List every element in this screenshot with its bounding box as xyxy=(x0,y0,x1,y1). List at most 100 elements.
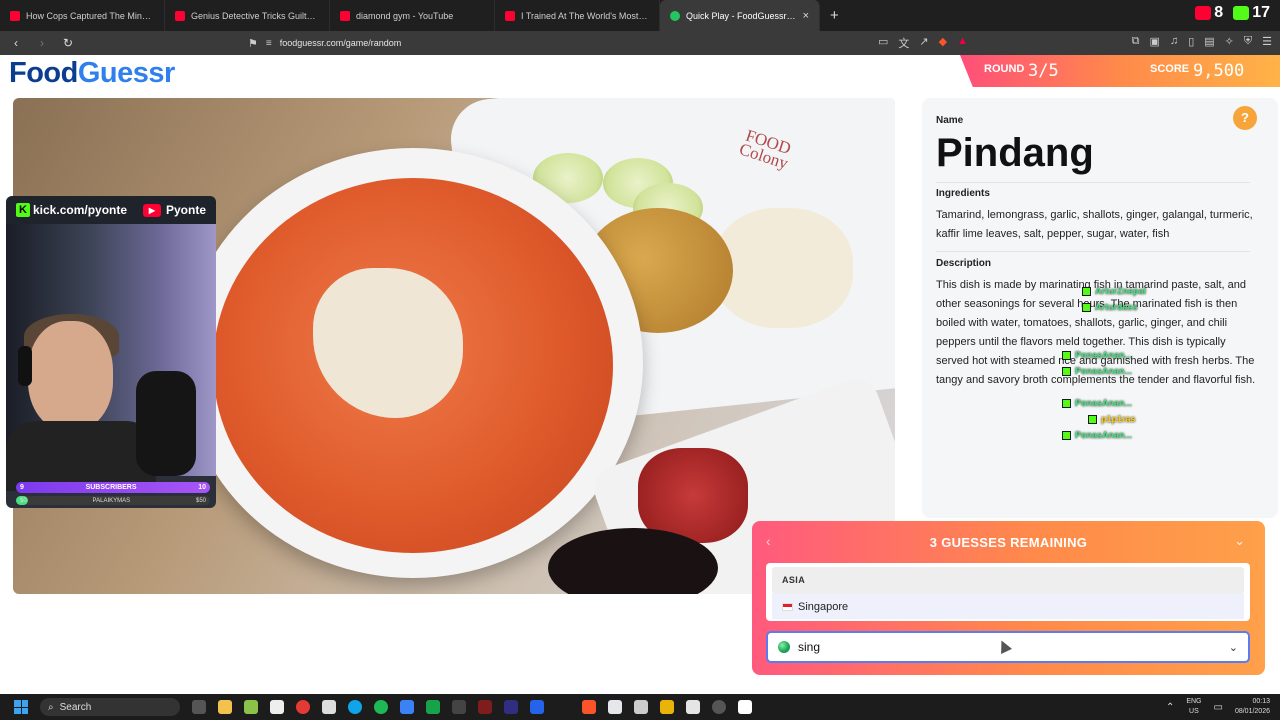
round-label: ROUND xyxy=(984,63,1025,75)
app-icon[interactable] xyxy=(660,700,674,714)
chat-message: p1p1ras xyxy=(1088,411,1272,427)
kick-icon xyxy=(1082,302,1091,312)
forward-icon[interactable]: › xyxy=(32,36,52,50)
cast-icon[interactable]: ▭ xyxy=(878,35,888,51)
clock[interactable]: 00:13 08/01/2026 xyxy=(1235,697,1270,717)
sidebar-icon[interactable]: ▯ xyxy=(1188,35,1194,48)
chrome-icon[interactable] xyxy=(296,700,310,714)
youtube-icon xyxy=(505,10,515,21)
close-tab-icon[interactable]: × xyxy=(803,10,809,22)
app-icon[interactable] xyxy=(608,700,622,714)
kick-badge: 17 xyxy=(1233,4,1270,22)
app-icon[interactable] xyxy=(452,700,466,714)
app-icon[interactable] xyxy=(738,700,752,714)
youtube-icon xyxy=(1195,6,1212,20)
obs-icon[interactable] xyxy=(712,700,726,714)
chat-message: Arturdass xyxy=(1082,299,1272,315)
rice xyxy=(713,208,853,328)
score-label: SCORE xyxy=(1150,63,1190,75)
edge-icon[interactable] xyxy=(348,700,362,714)
screenshot-icon[interactable]: ▣ xyxy=(1150,35,1160,48)
app-icon[interactable] xyxy=(400,700,414,714)
windows-start-icon[interactable] xyxy=(14,700,28,714)
kick-icon xyxy=(1062,350,1071,360)
taskbar-search[interactable]: ⌕ Search xyxy=(40,698,180,716)
game-page: FoodGuessr ROUND 3/5 SCORE 9,500 FOOD Col… xyxy=(0,55,1280,689)
address-actions: ▭ 文 ↗ ◆ ▲ xyxy=(878,35,968,51)
brave-rewards-icon[interactable]: ▲ xyxy=(957,35,968,51)
brave-icon[interactable] xyxy=(582,700,596,714)
help-icon[interactable]: ? xyxy=(1233,106,1257,130)
app-icon[interactable] xyxy=(686,700,700,714)
browser-tab[interactable]: I Trained At The World's Most Dange xyxy=(495,0,660,31)
app-icon[interactable] xyxy=(244,700,258,714)
ingredients-label: Ingredients xyxy=(936,188,990,199)
divider xyxy=(936,251,1250,252)
youtube-icon xyxy=(10,10,20,21)
bookmark-icon[interactable]: ⚑ xyxy=(248,37,258,50)
country-option[interactable]: Singapore xyxy=(772,594,1244,619)
share-icon[interactable]: ↗ xyxy=(919,35,928,51)
chevron-down-icon[interactable]: ⌄ xyxy=(1229,641,1238,654)
youtube-icon: ▶ xyxy=(142,203,161,217)
reload-icon[interactable]: ↻ xyxy=(58,36,78,50)
kick-icon xyxy=(1082,286,1091,296)
country-suggestions: ASIA Singapore xyxy=(766,563,1250,621)
youtube-icon xyxy=(175,10,185,21)
spotify-icon[interactable] xyxy=(374,700,388,714)
round-value: 3/5 xyxy=(1028,61,1059,81)
headphones xyxy=(18,346,32,386)
streamer-body xyxy=(6,421,156,491)
task-view-icon[interactable] xyxy=(192,700,206,714)
dish-name: Pindang xyxy=(936,131,1094,175)
site-info-icon[interactable]: ≡ xyxy=(266,38,272,49)
foodguessr-logo[interactable]: FoodGuessr xyxy=(9,57,175,90)
ingredients-text: Tamarind, lemongrass, garlic, shallots, … xyxy=(936,209,1253,240)
subscribers-goal-bar: 9 SUBSCRIBERS 10 xyxy=(16,482,210,493)
app-icon[interactable] xyxy=(322,700,336,714)
browser-tab-active[interactable]: Quick Play - FoodGuessr | FoodG× xyxy=(660,0,820,31)
guess-widget: ‹ 3 GUESSES REMAINING ⌄ ASIA Singapore ⌄ xyxy=(752,521,1265,675)
kick-icon xyxy=(1088,414,1097,424)
app-icon[interactable] xyxy=(478,700,492,714)
extensions-icon[interactable]: ⧉ xyxy=(1132,35,1140,48)
app-icon[interactable] xyxy=(426,700,440,714)
url-field[interactable]: ⚑ ≡ foodguessr.com/game/random xyxy=(248,34,988,52)
microphone xyxy=(136,371,196,476)
premiere-icon[interactable] xyxy=(504,700,518,714)
stream-badges: 8 17 xyxy=(1195,4,1270,22)
kick-icon xyxy=(1233,6,1250,20)
network-icon[interactable]: ▭ xyxy=(1214,702,1223,713)
system-tray: ⌃ ENG US ▭ 00:13 08/01/2026 xyxy=(1166,697,1270,717)
music-icon[interactable]: ♫ xyxy=(1170,35,1178,48)
browser-tab[interactable]: diamond gym - YouTube xyxy=(330,0,495,31)
brave-shield-icon[interactable]: ◆ xyxy=(939,35,947,51)
browser-tab[interactable]: Genius Detective Tricks Guilty Suspe xyxy=(165,0,330,31)
divider xyxy=(936,182,1250,183)
toolbar-icons: ⧉ ▣ ♫ ▯ ▤ ✧ ⛨ ☰ xyxy=(1132,35,1272,48)
app-icon[interactable] xyxy=(530,700,544,714)
chevron-up-icon[interactable]: ⌃ xyxy=(1166,702,1174,713)
leo-icon[interactable]: ✧ xyxy=(1225,35,1234,48)
file-explorer-icon[interactable] xyxy=(218,700,232,714)
chat-message: ArturZnepal xyxy=(1082,283,1272,299)
browser-tab[interactable]: How Cops Captured The Minnesota xyxy=(0,0,165,31)
description-label: Description xyxy=(936,258,992,269)
kick-icon xyxy=(1062,398,1071,408)
app-icon[interactable] xyxy=(270,700,284,714)
region-header: ASIA xyxy=(772,567,1244,594)
kick-icon xyxy=(1062,366,1071,376)
language-indicator[interactable]: ENG US xyxy=(1186,697,1201,717)
kick-icon xyxy=(1062,430,1071,440)
app-icon[interactable] xyxy=(634,700,648,714)
vpn-icon[interactable]: ⛨ xyxy=(1244,35,1252,48)
search-icon: ⌕ xyxy=(48,701,54,713)
new-tab-button[interactable]: + xyxy=(820,7,849,24)
collapse-icon[interactable]: ⌄ xyxy=(1234,533,1245,549)
wallet-icon[interactable]: ▤ xyxy=(1204,35,1214,48)
back-icon[interactable]: ‹ xyxy=(6,36,26,50)
menu-icon[interactable]: ☰ xyxy=(1262,35,1272,48)
chat-message: PonasAnan... xyxy=(1062,347,1272,363)
taskbar-apps xyxy=(192,700,752,714)
translate-icon[interactable]: 文 xyxy=(898,35,909,51)
